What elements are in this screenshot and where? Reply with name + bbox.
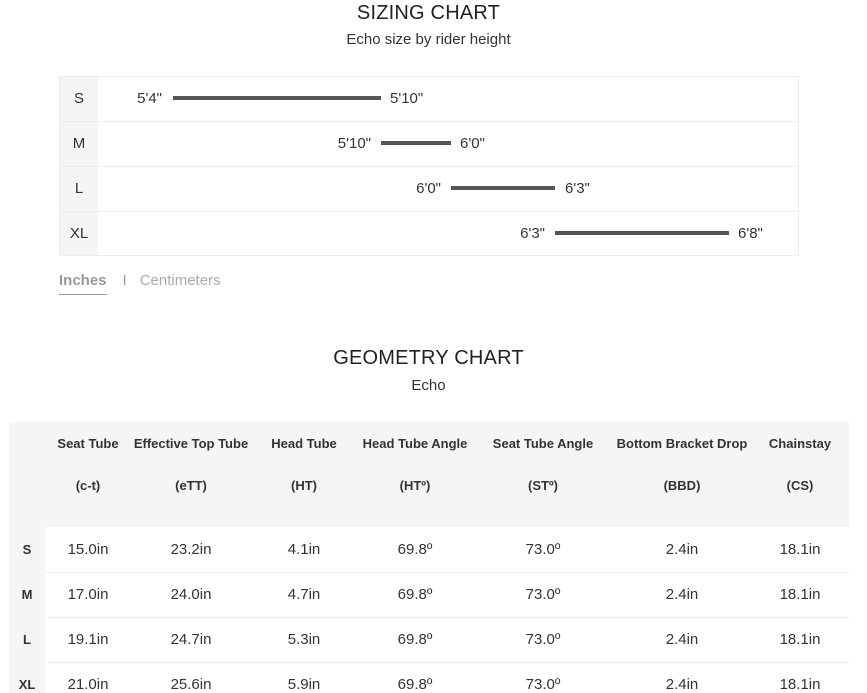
- column-name: Effective Top Tube: [133, 436, 249, 451]
- height-range-bar: [173, 96, 381, 100]
- unit-toggle: Inches I Centimeters: [59, 272, 221, 295]
- page: SIZING CHART Echo size by rider height S…: [0, 0, 867, 693]
- sizing-row-m: M 5'10" 6'0": [60, 122, 798, 167]
- geometry-chart-title: GEOMETRY CHART: [333, 347, 524, 369]
- table-cell: 17.0in: [45, 572, 131, 618]
- column-name: Seat Tube: [57, 436, 119, 451]
- column-header-chainstay: Chainstay (CS): [751, 422, 849, 527]
- table-cell: 15.0in: [45, 527, 131, 573]
- table-cell: 73.0º: [473, 617, 613, 663]
- column-name: Seat Tube Angle: [492, 436, 594, 451]
- column-abbr: (BBD): [663, 478, 701, 493]
- table-cell: 24.0in: [131, 572, 251, 618]
- sizing-row-l: 6'0" L 6'3": [60, 167, 798, 212]
- table-cell: 25.6in: [131, 662, 251, 693]
- table-cell: 2.4in: [613, 572, 751, 618]
- height-range-bar: [555, 231, 729, 235]
- column-name: Head Tube Angle: [362, 436, 468, 451]
- min-height-label: 5'10": [337, 135, 371, 152]
- min-height-label: 6'3": [520, 225, 545, 242]
- column-abbr: (c-t): [75, 478, 101, 493]
- column-header-bottom-bracket-drop: Bottom Bracket Drop (BBD): [613, 422, 751, 527]
- table-cell: 2.4in: [613, 662, 751, 693]
- sizing-chart: S 5'4" 5'10" M 5'10" 6'0" 6'0" L 6'3" XL…: [59, 76, 799, 256]
- sizing-chart-subtitle: Echo size by rider height: [346, 31, 511, 48]
- column-name: Bottom Bracket Drop: [616, 436, 748, 451]
- size-column-header: [9, 422, 45, 527]
- column-abbr: (HT): [291, 478, 317, 493]
- table-cell: 18.1in: [751, 662, 849, 693]
- sizing-row-xl: XL 6'3" 6'8": [60, 212, 798, 257]
- column-header-seat-tube: Seat Tube (c-t): [45, 422, 131, 527]
- table-cell: 23.2in: [131, 527, 251, 573]
- table-cell: 4.7in: [251, 572, 357, 618]
- column-header-effective-top-tube: Effective Top Tube (eTT): [131, 422, 251, 527]
- table-cell: 18.1in: [751, 527, 849, 573]
- size-label: XL: [69, 225, 89, 242]
- table-row: S 15.0in 23.2in 4.1in 69.8º 73.0º 2.4in …: [9, 527, 849, 573]
- table-cell: 69.8º: [357, 617, 473, 663]
- column-abbr: (HTº): [399, 478, 431, 493]
- table-row: XL 21.0in 25.6in 5.9in 69.8º 73.0º 2.4in…: [9, 662, 849, 693]
- table-cell: 18.1in: [751, 617, 849, 663]
- row-size-label: XL: [9, 662, 45, 693]
- column-header-seat-tube-angle: Seat Tube Angle (STº): [473, 422, 613, 527]
- table-cell: 73.0º: [473, 527, 613, 573]
- table-cell: 4.1in: [251, 527, 357, 573]
- column-name: Head Tube: [271, 436, 337, 451]
- column-abbr: (eTT): [175, 478, 207, 493]
- table-cell: 69.8º: [357, 572, 473, 618]
- table-cell: 73.0º: [473, 662, 613, 693]
- size-label: L: [74, 180, 84, 197]
- row-size-label: L: [9, 617, 45, 662]
- height-range-bar: [451, 186, 555, 190]
- table-cell: 69.8º: [357, 527, 473, 573]
- row-size-label: M: [9, 572, 45, 617]
- table-cell: 73.0º: [473, 572, 613, 618]
- table-cell: 5.9in: [251, 662, 357, 693]
- table-cell: 18.1in: [751, 572, 849, 618]
- max-height-label: 6'3": [565, 180, 590, 197]
- table-cell: 19.1in: [45, 617, 131, 663]
- sizing-chart-title: SIZING CHART: [356, 2, 501, 24]
- geometry-table: Seat Tube (c-t) Effective Top Tube (eTT) H…: [9, 422, 849, 693]
- table-cell: 2.4in: [613, 617, 751, 663]
- table-cell: 69.8º: [357, 662, 473, 693]
- min-height-label: 5'4": [137, 90, 162, 107]
- column-header-head-tube-angle: Head Tube Angle (HTº): [357, 422, 473, 527]
- max-height-label: 6'8": [738, 225, 763, 242]
- table-cell: 24.7in: [131, 617, 251, 663]
- centimeters-tab[interactable]: Centimeters: [140, 272, 221, 289]
- table-cell: 5.3in: [251, 617, 357, 663]
- geometry-header-row: Seat Tube (c-t) Effective Top Tube (eTT) H…: [9, 422, 849, 527]
- row-size-label: S: [9, 527, 45, 572]
- size-label: M: [72, 135, 86, 152]
- table-row: L 19.1in 24.7in 5.3in 69.8º 73.0º 2.4in …: [9, 617, 849, 663]
- max-height-label: 5'10": [390, 90, 424, 107]
- height-range-bar: [381, 141, 451, 145]
- column-name: Chainstay: [768, 436, 832, 451]
- geometry-chart-subtitle: Echo: [411, 377, 446, 394]
- table-cell: 21.0in: [45, 662, 131, 693]
- unit-separator: I: [122, 272, 127, 289]
- min-height-label: 6'0": [416, 180, 441, 197]
- max-height-label: 6'0": [460, 135, 485, 152]
- size-label: S: [73, 90, 84, 107]
- table-row: M 17.0in 24.0in 4.7in 69.8º 73.0º 2.4in …: [9, 572, 849, 618]
- sizing-row-s: S 5'4" 5'10": [60, 77, 798, 122]
- column-header-head-tube: Head Tube (HT): [251, 422, 357, 527]
- column-abbr: (CS): [786, 478, 814, 493]
- table-cell: 2.4in: [613, 527, 751, 573]
- inches-tab[interactable]: Inches: [59, 272, 107, 295]
- column-abbr: (STº): [527, 478, 559, 493]
